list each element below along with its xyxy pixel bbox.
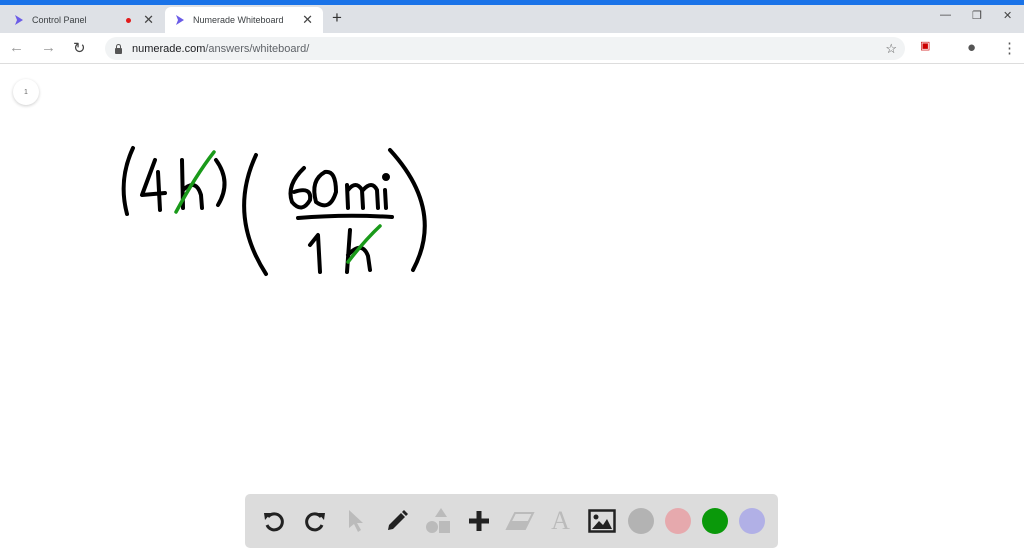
profile-icon[interactable]: ●: [967, 39, 976, 56]
numerade-logo-icon: [176, 15, 184, 25]
tab-numerade-whiteboard[interactable]: Numerade Whiteboard ✕: [165, 7, 323, 33]
tab-title: Numerade Whiteboard: [193, 15, 284, 25]
undo-icon: [263, 512, 284, 532]
undo-button[interactable]: [259, 506, 289, 536]
close-tab-icon[interactable]: ✕: [302, 12, 313, 28]
eraser-icon: [504, 512, 535, 530]
restore-icon[interactable]: ❐: [972, 9, 982, 22]
text-icon: A: [551, 506, 570, 535]
color-swatch-gray[interactable]: [627, 508, 654, 534]
url-host: numerade.com: [132, 42, 206, 55]
numerade-logo-icon: [15, 15, 23, 25]
color-swatch-lavender[interactable]: [738, 508, 765, 534]
pencil-icon: [387, 510, 408, 530]
shapes-icon: [425, 508, 450, 533]
recording-icon: [126, 17, 132, 23]
text-button[interactable]: A: [546, 506, 576, 536]
forward-icon[interactable]: →: [41, 39, 56, 56]
close-window-icon[interactable]: ✕: [1003, 9, 1012, 22]
color-swatch-green[interactable]: [701, 508, 728, 534]
menu-icon[interactable]: ⋮: [1002, 39, 1017, 57]
select-button[interactable]: [341, 506, 371, 536]
whiteboard-toolbar: A: [245, 494, 778, 548]
shapes-button[interactable]: [423, 506, 453, 536]
pencil-button[interactable]: [382, 506, 412, 536]
back-icon[interactable]: ←: [9, 39, 24, 56]
eraser-button[interactable]: [504, 506, 535, 536]
minimize-icon[interactable]: —: [940, 9, 951, 21]
select-icon: [348, 510, 363, 532]
image-icon: [587, 509, 616, 533]
address-bar[interactable]: numerade.com/answers/whiteboard/ ☆: [105, 37, 905, 60]
close-tab-icon[interactable]: ✕: [143, 12, 154, 28]
handwriting-black: [121, 146, 427, 276]
bookmark-star-icon[interactable]: ☆: [885, 41, 897, 57]
tab-control-panel[interactable]: Control Panel ✕: [4, 7, 164, 33]
whiteboard-canvas[interactable]: [0, 64, 1024, 494]
add-button[interactable]: [464, 506, 494, 536]
redo-icon: [304, 512, 325, 532]
tab-strip: Control Panel ✕ Numerade Whiteboard ✕ + …: [0, 5, 1024, 33]
image-button[interactable]: [587, 506, 617, 536]
lock-icon: [115, 43, 122, 54]
tab-title: Control Panel: [32, 15, 87, 25]
new-tab-icon[interactable]: +: [332, 8, 342, 28]
color-swatch-pink[interactable]: [664, 508, 691, 534]
url-path: /answers/whiteboard/: [205, 42, 310, 55]
redo-button[interactable]: [300, 506, 330, 536]
browser-toolbar: ← → ↻ numerade.com/answers/whiteboard/ ☆…: [0, 33, 1024, 64]
extension-icon[interactable]: ▣: [920, 39, 930, 52]
reload-icon[interactable]: ↻: [73, 39, 86, 57]
add-icon: [468, 511, 489, 531]
